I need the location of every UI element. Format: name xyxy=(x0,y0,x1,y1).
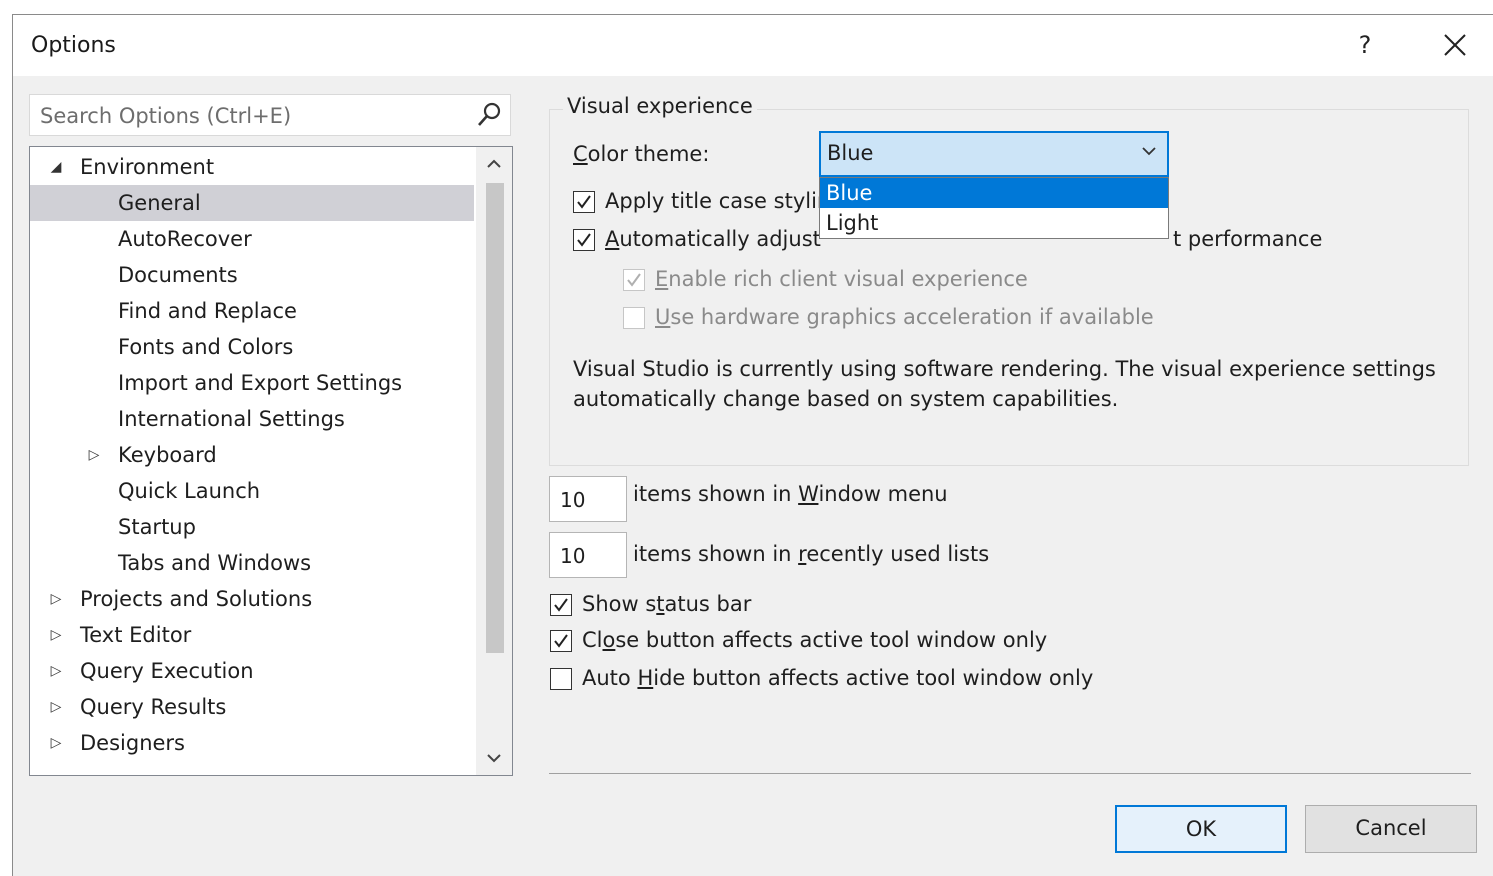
hardware-accel-label: Use hardware graphics acceleration if av… xyxy=(655,305,1154,329)
tree-item-autorecover[interactable]: AutoRecover xyxy=(30,221,474,257)
checkmark-icon xyxy=(577,233,591,247)
tree-item-find-and-replace[interactable]: Find and Replace xyxy=(30,293,474,329)
scroll-down-icon[interactable] xyxy=(476,743,512,773)
tree-item-label: Designers xyxy=(80,731,185,755)
chevron-down-icon xyxy=(1142,147,1156,156)
checkmark-icon xyxy=(554,634,568,648)
ok-button[interactable]: OK xyxy=(1115,805,1287,853)
tree-item-label: General xyxy=(118,191,201,215)
tree-item-fonts-and-colors[interactable]: Fonts and Colors xyxy=(30,329,474,365)
collapsed-arrow-icon[interactable]: ▷ xyxy=(48,653,64,689)
hardware-accel-checkbox xyxy=(623,307,645,329)
tree-item-quick-launch[interactable]: Quick Launch xyxy=(30,473,474,509)
show-status-bar-checkbox[interactable] xyxy=(550,594,572,616)
auto-hide-active-label: Auto Hide button affects active tool win… xyxy=(582,666,1094,690)
color-theme-option-light[interactable]: Light xyxy=(820,208,1168,238)
search-input[interactable] xyxy=(38,99,472,133)
tree-item-label: Quick Launch xyxy=(118,479,261,503)
tree-item-label: Keyboard xyxy=(118,443,217,467)
color-theme-select[interactable]: Blue xyxy=(819,131,1169,177)
auto-hide-active-checkbox[interactable] xyxy=(550,668,572,690)
tree-item-query-results[interactable]: ▷ Query Results xyxy=(30,689,474,725)
scroll-up-icon[interactable] xyxy=(476,149,512,179)
auto-adjust-checkbox[interactable] xyxy=(573,229,595,251)
tree-item-label: Import and Export Settings xyxy=(118,371,403,395)
tree-item-startup[interactable]: Startup xyxy=(30,509,474,545)
tree-item-import-export-settings[interactable]: Import and Export Settings xyxy=(30,365,474,401)
tree-item-environment[interactable]: ◢ Environment xyxy=(30,149,474,185)
close-button-active-checkbox[interactable] xyxy=(550,630,572,652)
color-theme-label: Color theme: xyxy=(573,142,710,166)
title-bar: Options ? xyxy=(13,15,1493,76)
rendering-info-line-2: automatically change based on system cap… xyxy=(573,387,1119,411)
rendering-info-line-1: Visual Studio is currently using softwar… xyxy=(573,357,1436,381)
tree-item-label: Find and Replace xyxy=(118,299,297,323)
tree-item-keyboard[interactable]: ▷ Keyboard xyxy=(30,437,474,473)
recent-lists-count-box[interactable] xyxy=(549,532,627,578)
tree-item-label: Environment xyxy=(80,155,215,179)
show-status-bar-label: Show status bar xyxy=(582,592,752,616)
tree-item-projects-and-solutions[interactable]: ▷ Projects and Solutions xyxy=(30,581,474,617)
expanded-arrow-icon[interactable]: ◢ xyxy=(48,149,64,185)
tree-item-text-editor[interactable]: ▷ Text Editor xyxy=(30,617,474,653)
checkmark-icon xyxy=(577,195,591,209)
help-button[interactable]: ? xyxy=(1345,27,1385,63)
auto-adjust-label: Automatically adjust xyxy=(605,227,821,251)
window-menu-count-box[interactable] xyxy=(549,476,627,522)
checkmark-icon xyxy=(554,598,568,612)
tree-item-label: Documents xyxy=(118,263,238,287)
collapsed-arrow-icon[interactable]: ▷ xyxy=(86,437,102,473)
footer-separator xyxy=(549,773,1471,774)
options-tree[interactable]: ◢ Environment General AutoRecover Docume… xyxy=(29,146,513,776)
rich-client-checkbox xyxy=(623,269,645,291)
search-box[interactable] xyxy=(29,94,511,136)
collapsed-arrow-icon[interactable]: ▷ xyxy=(48,689,64,725)
tree-item-label: Query Execution xyxy=(80,659,254,683)
tree-item-international-settings[interactable]: International Settings xyxy=(30,401,474,437)
search-icon[interactable] xyxy=(474,100,504,130)
checkmark-icon xyxy=(627,273,641,287)
color-theme-value: Blue xyxy=(827,141,874,165)
tree-item-label: Projects and Solutions xyxy=(80,587,313,611)
apply-title-case-label: Apply title case stylir xyxy=(605,189,826,213)
scrollbar-thumb[interactable] xyxy=(486,183,504,653)
close-button-active-label: Close button affects active tool window … xyxy=(582,628,1048,652)
tree-item-label: AutoRecover xyxy=(118,227,252,251)
rich-client-label: Enable rich client visual experience xyxy=(655,267,1028,291)
collapsed-arrow-icon[interactable]: ▷ xyxy=(48,617,64,653)
tree-item-label: Fonts and Colors xyxy=(118,335,294,359)
color-theme-option-blue[interactable]: Blue xyxy=(820,178,1168,208)
tree-item-designers[interactable]: ▷ Designers xyxy=(30,725,474,761)
tree-item-query-execution[interactable]: ▷ Query Execution xyxy=(30,653,474,689)
tree-item-label: Text Editor xyxy=(80,623,192,647)
options-dialog: Options ? ◢ Environment General AutoReco… xyxy=(12,14,1493,876)
window-menu-count-label: items shown in Window menu xyxy=(633,482,948,506)
recent-lists-count-input[interactable] xyxy=(558,541,622,571)
tree-item-general[interactable]: General xyxy=(30,185,474,221)
tree-scrollbar[interactable] xyxy=(476,147,512,775)
tree-item-label: Tabs and Windows xyxy=(118,551,312,575)
tree-item-label: International Settings xyxy=(118,407,345,431)
close-icon xyxy=(1444,34,1466,56)
tree-item-label: Startup xyxy=(118,515,196,539)
collapsed-arrow-icon[interactable]: ▷ xyxy=(48,581,64,617)
close-button[interactable] xyxy=(1433,27,1477,63)
dialog-title: Options xyxy=(31,33,116,58)
recent-lists-count-label: items shown in recently used lists xyxy=(633,542,990,566)
cancel-button[interactable]: Cancel xyxy=(1305,805,1477,853)
tree-item-documents[interactable]: Documents xyxy=(30,257,474,293)
tree-item-tabs-and-windows[interactable]: Tabs and Windows xyxy=(30,545,474,581)
collapsed-arrow-icon[interactable]: ▷ xyxy=(48,725,64,761)
auto-adjust-label-tail: t performance xyxy=(1173,227,1323,251)
window-menu-count-input[interactable] xyxy=(558,485,622,515)
visual-experience-legend: Visual experience xyxy=(563,94,757,118)
tree-item-label: Query Results xyxy=(80,695,227,719)
color-theme-dropdown: Blue Light xyxy=(819,177,1169,239)
apply-title-case-checkbox[interactable] xyxy=(573,191,595,213)
